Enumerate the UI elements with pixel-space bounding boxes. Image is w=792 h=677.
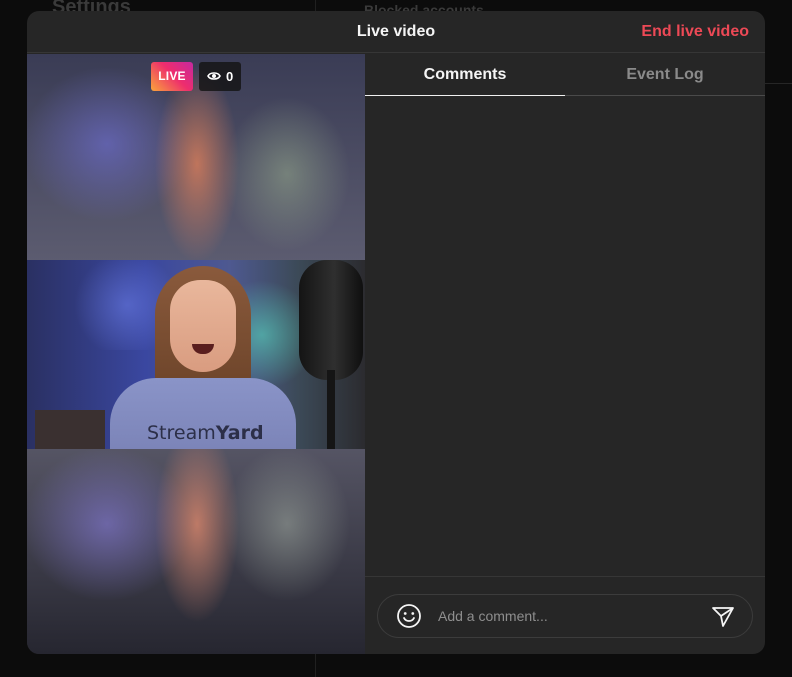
viewer-count: 0 bbox=[226, 69, 234, 84]
comment-input[interactable] bbox=[438, 605, 698, 627]
live-video-stream: StreamYard LIVE 0 bbox=[27, 54, 365, 654]
live-video-modal: Live video End live video StreamYard LIV… bbox=[27, 11, 765, 654]
modal-header: Live video End live video bbox=[27, 11, 765, 53]
live-badge: LIVE bbox=[151, 62, 193, 91]
shirt-logo-regular: Stream bbox=[147, 422, 216, 444]
tab-comments[interactable]: Comments bbox=[365, 54, 565, 96]
camera-feed: StreamYard bbox=[27, 260, 365, 449]
comments-list bbox=[365, 97, 765, 576]
tab-event-log[interactable]: Event Log bbox=[565, 54, 765, 96]
microphone bbox=[299, 260, 363, 380]
comment-composer bbox=[365, 576, 765, 654]
eye-icon bbox=[207, 72, 221, 80]
background-row-divider bbox=[765, 83, 792, 84]
microphone-stand bbox=[327, 370, 335, 449]
shelf-boxes bbox=[35, 410, 105, 449]
comment-input-pill bbox=[377, 594, 753, 638]
viewer-count-badge: 0 bbox=[199, 62, 241, 91]
shirt-logo-bold: Yard bbox=[215, 422, 264, 444]
shirt-logo-text: StreamYard bbox=[147, 422, 264, 444]
end-live-video-button[interactable]: End live video bbox=[641, 23, 749, 41]
emoji-icon[interactable] bbox=[396, 603, 422, 629]
send-icon[interactable] bbox=[710, 604, 736, 630]
presenter-face bbox=[170, 280, 236, 372]
side-panel: Comments Event Log bbox=[365, 54, 765, 654]
